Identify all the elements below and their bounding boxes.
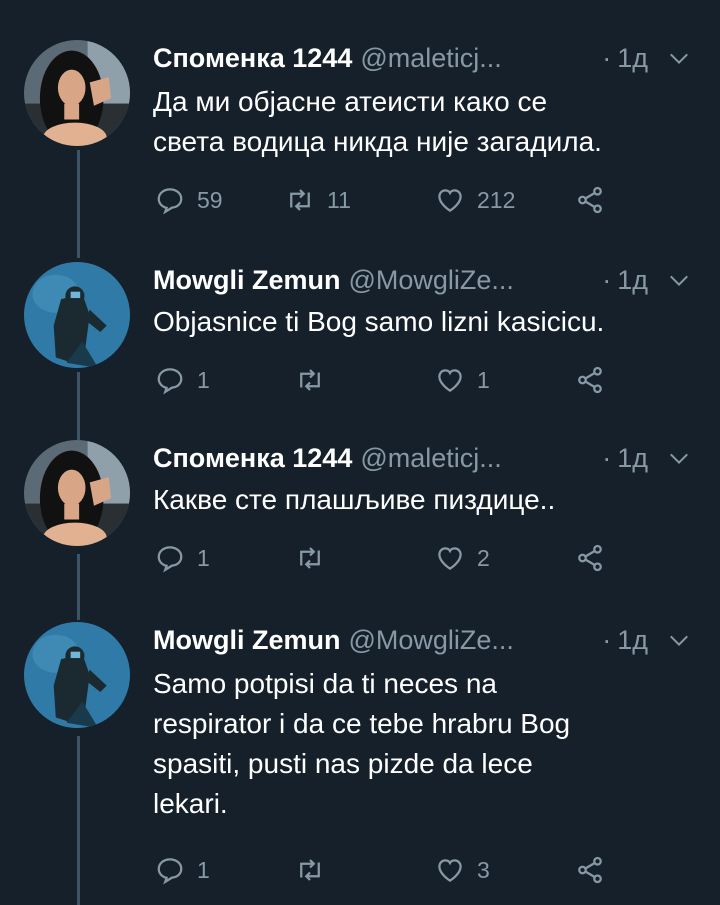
heart-icon [438,547,462,570]
reply-button[interactable]: 1 [155,543,210,573]
share-icon [578,544,602,572]
share-button[interactable] [575,855,605,885]
timestamp[interactable]: 1д [617,265,648,296]
tweet-text-line: respirator i da ce tebe hrabru Bog [153,708,571,739]
share-icon [578,856,602,884]
author-handle[interactable]: @MowgliZe... [348,265,513,296]
tweet-text-line: lekari. [153,788,228,819]
reply-icon [157,858,183,885]
separator-dot: · [602,42,612,73]
tweet-text-line: света водица никда није загадила. [153,126,602,157]
like-button[interactable]: 212 [435,185,515,215]
tweet-header: Mowgli Zemun @MowgliZe... · 1д [153,262,690,298]
action-bar: 1 3 [155,852,625,888]
author-name[interactable]: Mowgli Zemun [153,265,340,296]
reply-icon [157,188,183,215]
tweet-text-line: spasiti, pusti nas pizde da lece [153,748,533,779]
tweet[interactable]: Mowgli Zemun @MowgliZe... · 1д Objasnice… [0,262,720,422]
retweet-icon [300,369,320,391]
tweet-text-line: Objasnice ti Bog samo lizni kasicicu. [153,306,605,337]
tweet-header: Споменка 1244 @maleticj... · 1д [153,40,690,76]
retweet-icon [300,547,320,569]
share-icon [578,186,602,214]
chevron-down-icon[interactable] [668,269,690,291]
share-icon [578,366,602,394]
tweet-text: Да ми објасне атеисти како се света води… [153,82,713,162]
timestamp[interactable]: 1д [617,625,648,656]
woman-avatar-icon [24,40,130,146]
retweet-icon [300,859,320,881]
timestamp[interactable]: 1д [617,43,648,74]
like-button[interactable]: 3 [435,855,490,885]
author-handle[interactable]: @maleticj... [360,43,501,74]
retweet-count: 11 [327,186,351,213]
like-count: 2 [477,544,490,571]
tweet-text: Samo potpisi da ti neces na respirator i… [153,664,713,824]
reply-button[interactable]: 1 [155,855,210,885]
share-button[interactable] [575,185,605,215]
heart-icon [438,369,462,392]
retweet-button[interactable] [295,855,337,885]
author-handle[interactable]: @maleticj... [360,443,501,474]
separator-dot: · [602,264,612,295]
like-button[interactable]: 2 [435,543,490,573]
chevron-down-icon[interactable] [668,47,690,69]
woman-avatar-icon [24,440,130,546]
avatar[interactable] [24,40,130,146]
reply-count: 1 [197,366,210,393]
chevron-down-icon[interactable] [668,447,690,469]
tweet[interactable]: Споменка 1244 @maleticj... · 1д Да ми об… [0,0,720,240]
tweet-text-line: Какве сте плашљиве пиздице.. [153,484,556,515]
like-button[interactable]: 1 [435,365,490,395]
heart-icon [438,189,462,212]
tweet-header: Mowgli Zemun @MowgliZe... · 1д [153,622,690,658]
like-count: 3 [477,856,490,883]
avatar[interactable] [24,440,130,546]
action-bar: 1 1 [155,362,625,398]
author-name[interactable]: Споменка 1244 [153,43,352,74]
separator-dot: · [602,624,612,655]
diver-avatar-icon [24,622,130,728]
retweet-icon [290,189,310,211]
share-button[interactable] [575,365,605,395]
author-handle[interactable]: @MowgliZe... [348,625,513,656]
timestamp[interactable]: 1д [617,443,648,474]
reply-icon [157,368,183,395]
tweet-text: Objasnice ti Bog samo lizni kasicicu. [153,302,713,342]
tweet-header: Споменка 1244 @maleticj... · 1д [153,440,690,476]
author-name[interactable]: Mowgli Zemun [153,625,340,656]
reply-button[interactable]: 1 [155,365,210,395]
retweet-button[interactable]: 11 [285,185,351,215]
reply-count: 1 [197,856,210,883]
tweet[interactable]: Mowgli Zemun @MowgliZe... · 1д Samo potp… [0,622,720,905]
action-bar: 1 2 [155,540,625,576]
tweet-text: Какве сте плашљиве пиздице.. [153,480,713,520]
reply-icon [157,546,183,573]
avatar[interactable] [24,262,130,368]
tweet-text-line: Да ми објасне атеисти како се [153,86,548,117]
share-button[interactable] [575,543,605,573]
reply-button[interactable]: 59 [155,185,223,215]
reply-count: 59 [197,186,223,213]
separator-dot: · [602,442,612,473]
tweet[interactable]: Споменка 1244 @maleticj... · 1д Какве ст… [0,440,720,600]
avatar[interactable] [24,622,130,728]
diver-avatar-icon [24,262,130,368]
like-count: 1 [477,366,490,393]
author-name[interactable]: Споменка 1244 [153,443,352,474]
like-count: 212 [477,186,516,213]
chevron-down-icon[interactable] [668,629,690,651]
reply-count: 1 [197,544,210,571]
tweet-text-line: Samo potpisi da ti neces na [153,668,497,699]
action-bar: 59 11 212 [155,182,625,218]
retweet-button[interactable] [295,543,337,573]
retweet-button[interactable] [295,365,337,395]
heart-icon [438,859,462,882]
